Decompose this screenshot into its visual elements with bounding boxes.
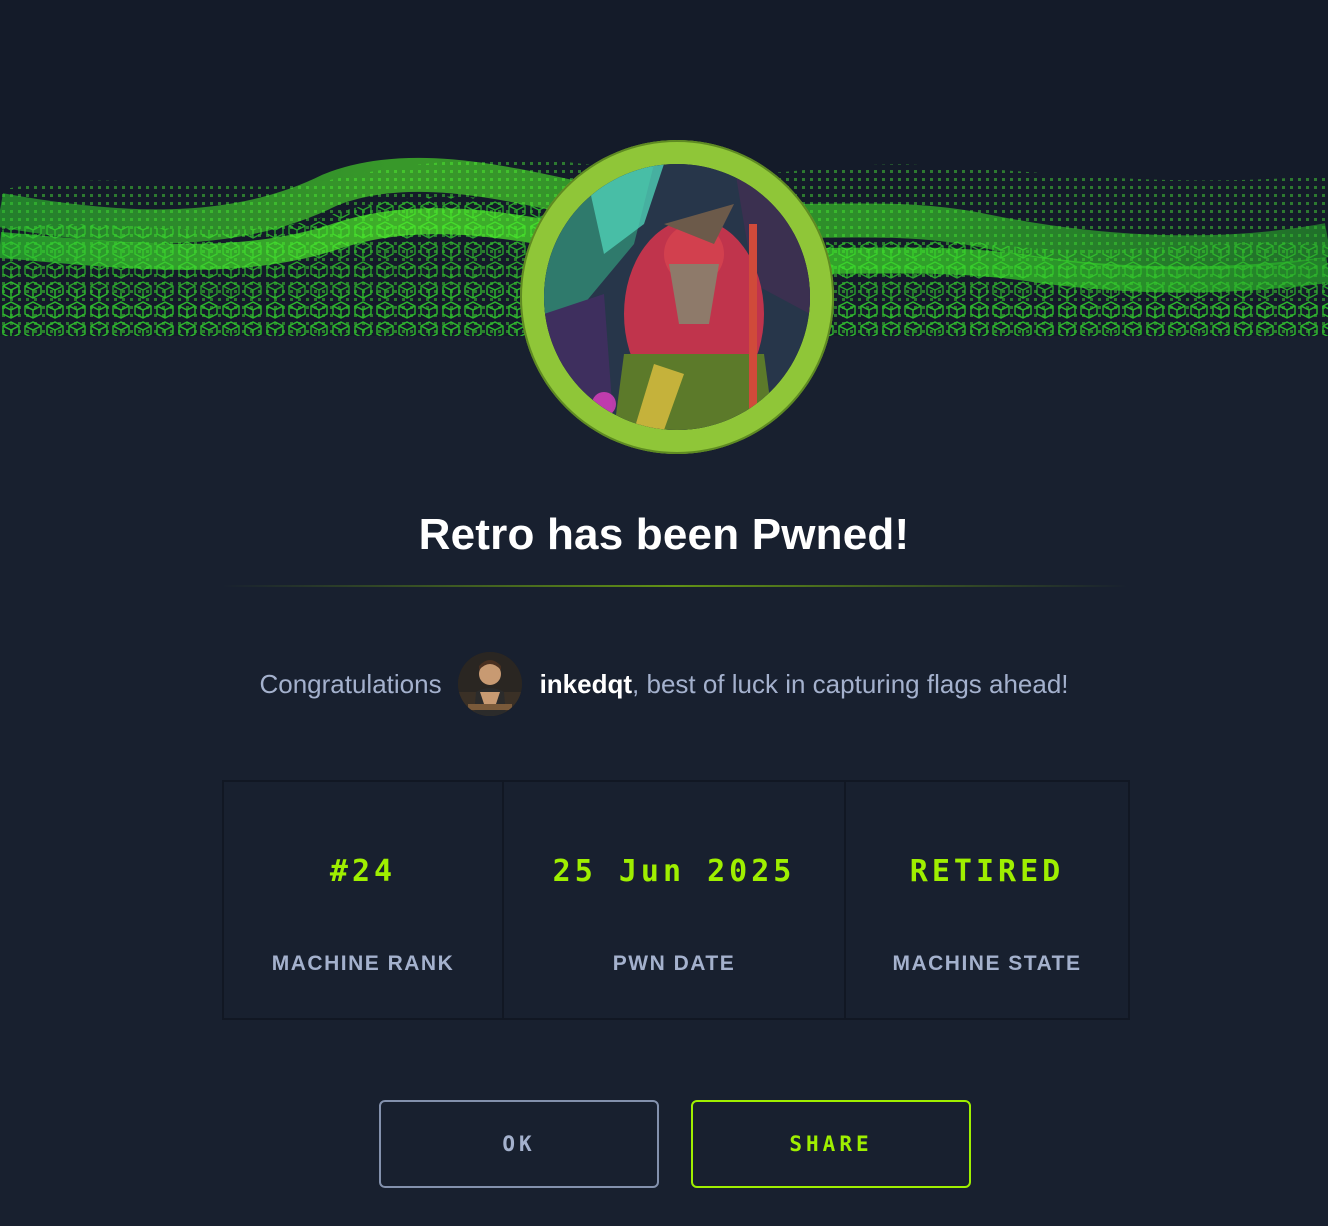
title-divider xyxy=(222,585,1128,587)
machine-avatar-ring xyxy=(520,140,834,454)
pwn-date-value: 25 Jun 2025 xyxy=(552,854,796,889)
stat-pwn-date: 25 Jun 2025 PWN DATE xyxy=(504,782,846,1018)
stat-machine-state: RETIRED MACHINE STATE xyxy=(846,782,1128,1018)
machine-state-value: RETIRED xyxy=(909,854,1065,889)
machine-rank-label: MACHINE RANK xyxy=(271,952,455,975)
stats-panel: #24 MACHINE RANK 25 Jun 2025 PWN DATE RE… xyxy=(222,780,1130,1020)
congrats-message: Congratulations inkedqt , best of luck i… xyxy=(0,652,1328,716)
ok-button[interactable]: OK xyxy=(379,1100,659,1188)
username-link[interactable]: inkedqt xyxy=(540,669,632,700)
congrats-suffix: , best of luck in capturing flags ahead! xyxy=(632,668,1069,699)
pwn-date-label: PWN DATE xyxy=(612,952,736,975)
share-button[interactable]: SHARE xyxy=(691,1100,971,1188)
stat-machine-rank: #24 MACHINE RANK xyxy=(224,782,504,1018)
pwned-modal: Retro has been Pwned! Congratulations in… xyxy=(0,0,1328,1226)
page-title: Retro has been Pwned! xyxy=(418,510,910,559)
machine-avatar-image xyxy=(544,164,810,430)
machine-rank-value: #24 xyxy=(329,854,397,889)
user-avatar-image[interactable] xyxy=(457,652,522,716)
machine-state-label: MACHINE STATE xyxy=(892,952,1082,975)
congrats-prefix: Congratulations xyxy=(259,668,442,699)
